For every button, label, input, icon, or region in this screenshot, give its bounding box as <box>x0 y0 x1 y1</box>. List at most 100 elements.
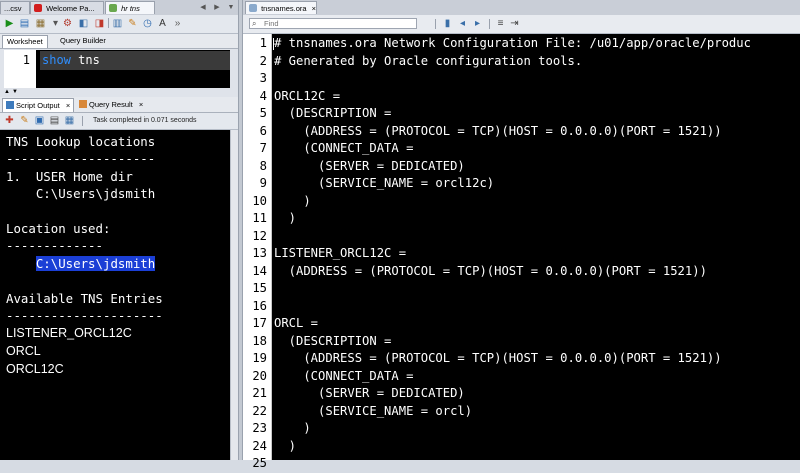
code-line[interactable]: 9 (SERVICE_NAME = orcl12c) <box>243 175 800 193</box>
current-line[interactable]: show tns <box>40 51 230 70</box>
code-text: ORCL = <box>274 316 319 330</box>
indent-icon[interactable]: ⇥ <box>509 18 520 29</box>
search-icon: ⌕ <box>252 19 257 28</box>
expand-up-icon[interactable]: ▲ <box>4 89 10 95</box>
code-line[interactable]: 23 ) <box>243 420 800 438</box>
tab-worksheet[interactable]: Worksheet <box>2 35 48 48</box>
buffer-icon[interactable]: ▦ <box>64 115 75 126</box>
commit-icon[interactable]: ◧ <box>78 18 89 29</box>
code-line[interactable]: 18 (DESCRIPTION = <box>243 333 800 351</box>
code-line[interactable]: 17 ORCL = <box>243 315 800 333</box>
rollback-icon[interactable]: ◨ <box>94 18 105 29</box>
worksheet-subtabs: Worksheet Query Builder <box>0 34 238 49</box>
code-line[interactable]: 15 <box>243 280 800 298</box>
code-line[interactable]: 24 ) <box>243 438 800 456</box>
scroll-tabs-left-icon[interactable]: ◀ <box>198 3 208 12</box>
code-line[interactable]: 22 (SERVICE_NAME = orcl) <box>243 403 800 421</box>
format-icon[interactable]: A <box>157 18 168 29</box>
history-icon[interactable]: ◷ <box>142 18 153 29</box>
code-text: (CONNECT_DATA = <box>274 141 414 155</box>
output-toolbar: ✚ ✎ ▣ ▤ ▦ Task completed in 0.071 second… <box>0 113 238 130</box>
tab-query-builder[interactable]: Query Builder <box>56 35 110 47</box>
tab-list-dropdown-icon[interactable]: ▼ <box>226 3 236 12</box>
code-line[interactable]: 5 (DESCRIPTION = <box>243 105 800 123</box>
text-cursor <box>273 38 274 50</box>
code-text: ) <box>274 193 311 208</box>
code-line[interactable]: 21 (SERVER = DEDICATED) <box>243 385 800 403</box>
output-line: Location used: <box>6 221 111 236</box>
tab-hr-tns[interactable]: hr tns <box>105 1 155 14</box>
line-number: 7 <box>259 141 267 155</box>
code-line[interactable]: 3 <box>243 70 800 88</box>
find-input[interactable] <box>264 19 414 28</box>
more-icon[interactable]: » <box>172 18 183 29</box>
toggle-line-comments-icon[interactable]: ≡ <box>495 18 506 29</box>
output-line: 1. USER Home dir <box>6 169 133 184</box>
close-icon[interactable]: × <box>139 100 143 109</box>
code-line[interactable]: 19 (ADDRESS = (PROTOCOL = TCP)(HOST = 0.… <box>243 350 800 368</box>
line-number: 14 <box>252 263 267 278</box>
tab-tnsnames-ora[interactable]: tnsnames.ora × <box>245 1 317 14</box>
line-number: 20 <box>252 368 267 383</box>
sql-keyword: show <box>42 53 71 67</box>
code-line[interactable]: 4 ORCL12C = <box>243 88 800 106</box>
tab-welcome-page[interactable]: Welcome Pa... <box>30 1 104 14</box>
code-line[interactable]: 12 <box>243 228 800 246</box>
tab-script-output[interactable]: Script Output × <box>2 98 75 112</box>
scroll-tabs-right-icon[interactable]: ▶ <box>212 3 222 12</box>
code-line[interactable]: 6 (ADDRESS = (PROTOCOL = TCP)(HOST = 0.0… <box>243 123 800 141</box>
line-number: 17 <box>252 316 267 330</box>
code-line[interactable]: 20 (CONNECT_DATA = <box>243 368 800 386</box>
code-line[interactable]: 8 (SERVER = DEDICATED) <box>243 158 800 176</box>
expand-down-icon[interactable]: ▼ <box>12 89 18 95</box>
code-line[interactable]: 13 LISTENER_ORCL12C = <box>243 245 800 263</box>
close-icon[interactable]: × <box>312 4 316 13</box>
code-line[interactable]: 14 (ADDRESS = (PROTOCOL = TCP)(HOST = 0.… <box>243 263 800 281</box>
run-statement-icon[interactable]: ▶ <box>4 18 15 29</box>
unshared-sql-icon[interactable]: ▥ <box>112 18 123 29</box>
close-icon[interactable]: × <box>66 101 70 110</box>
next-bookmark-icon[interactable]: ▸ <box>472 18 483 29</box>
file-icon <box>249 4 257 12</box>
line-number: 10 <box>252 193 267 208</box>
line-number: 19 <box>252 351 267 365</box>
code-line[interactable]: 1 # tnsnames.ora Network Configuration Fi… <box>243 35 800 53</box>
save-icon[interactable]: ▣ <box>34 115 45 126</box>
code-line[interactable]: 25 <box>243 455 800 473</box>
code-line[interactable]: 2 # Generated by Oracle configuration too… <box>243 53 800 71</box>
split-handle[interactable]: ▲ ▼ <box>0 89 238 96</box>
bookmark-icon[interactable]: ▮ <box>442 18 453 29</box>
explain-plan-icon[interactable]: ⚙ <box>62 18 73 29</box>
previous-bookmark-icon[interactable]: ◂ <box>457 18 468 29</box>
output-line: ORCL <box>6 344 41 358</box>
code-line[interactable]: 10 ) <box>243 193 800 211</box>
find-field[interactable]: ⌕ <box>249 18 417 29</box>
code-line[interactable]: 11 ) <box>243 210 800 228</box>
code-line[interactable]: 7 (CONNECT_DATA = <box>243 140 800 158</box>
sql-editor[interactable]: 1 show tns <box>4 50 230 88</box>
output-line: -------------------- <box>6 151 156 166</box>
line-number: 2 <box>259 53 267 68</box>
code-editor[interactable]: 1 # tnsnames.ora Network Configuration Fi… <box>243 34 800 470</box>
print-icon[interactable]: ▤ <box>49 115 60 126</box>
toolbar-separator <box>82 116 83 126</box>
output-line: LISTENER_ORCL12C <box>6 326 132 340</box>
query-result-icon <box>79 100 87 108</box>
run-script-icon[interactable]: ▤ <box>19 18 30 29</box>
sql-text: tns <box>70 53 100 67</box>
code-text: ) <box>274 421 311 435</box>
output-line: Available TNS Entries <box>6 291 163 306</box>
code-line[interactable]: 16 <box>243 298 800 316</box>
line-number: 1 <box>22 53 30 67</box>
pin-icon[interactable]: ✚ <box>4 115 15 126</box>
code-text: ) <box>274 211 297 225</box>
autotrace-icon[interactable]: ▦ <box>35 18 46 29</box>
script-output-area[interactable]: TNS Lookup locations -------------------… <box>0 130 230 460</box>
sql-connection-icon <box>109 4 117 12</box>
code-text: (CONNECT_DATA = <box>274 368 414 383</box>
tab-query-result[interactable]: Query Result × <box>76 98 146 111</box>
clear-icon[interactable]: ✎ <box>127 18 138 29</box>
tab-csv[interactable]: ...csv <box>0 1 30 14</box>
eraser-icon[interactable]: ✎ <box>19 115 30 126</box>
dropdown-icon[interactable]: ▾ <box>50 18 61 29</box>
